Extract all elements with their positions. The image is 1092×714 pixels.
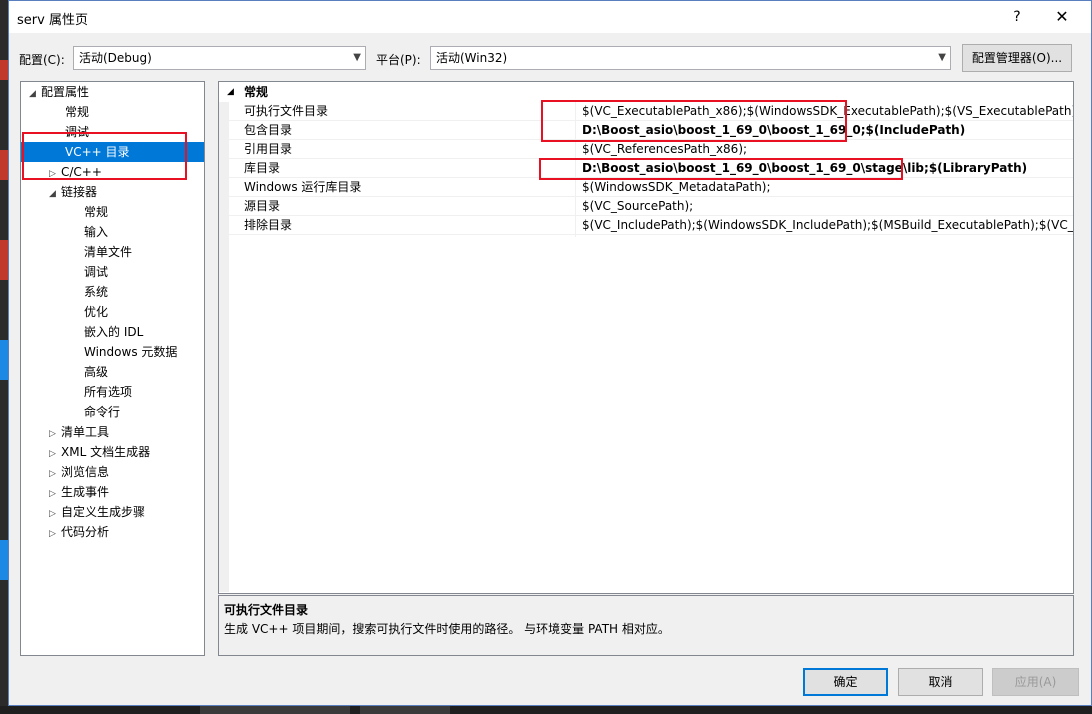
tree-item-label: 生成事件 [61, 485, 110, 499]
tree-item-config-properties[interactable]: ◢ 配置属性 [29, 82, 89, 102]
property-name: 可执行文件目录 [244, 104, 329, 118]
tree-item-label: 代码分析 [61, 525, 110, 539]
expand-icon[interactable]: ▷ [49, 524, 61, 544]
chevron-down-icon: ▼ [353, 52, 361, 63]
property-name: 源目录 [244, 199, 281, 213]
config-label: 配置(C): [19, 53, 65, 67]
tree-item-label: 常规 [65, 105, 90, 119]
tree-item-general[interactable]: 常规 [65, 102, 89, 122]
tree-item-linker-system[interactable]: 系统 [84, 282, 108, 302]
tree-item-code-analysis[interactable]: ▷ 代码分析 [49, 522, 109, 542]
description-text: 生成 VC++ 项目期间，搜索可执行文件时使用的路径。 与环境变量 PATH 相… [224, 622, 670, 636]
grid-category-label: 常规 [244, 85, 269, 99]
tree-item-label: 系统 [84, 285, 109, 299]
expand-icon[interactable]: ▷ [49, 504, 61, 524]
chevron-down-icon: ▼ [938, 52, 946, 63]
property-row-winrt-lib-dirs[interactable]: Windows 运行库目录 $(WindowsSDK_MetadataPath)… [229, 178, 1073, 197]
tree-item-linker-general[interactable]: 常规 [84, 202, 108, 222]
tree-item-label: 自定义生成步骤 [61, 505, 146, 519]
tree-item-linker-windows-metadata[interactable]: Windows 元数据 [84, 342, 177, 362]
apply-button[interactable]: 应用(A) [992, 668, 1079, 696]
platform-label: 平台(P): [376, 53, 421, 67]
window-title: serv 属性页 [17, 13, 88, 28]
property-name: 库目录 [244, 161, 281, 175]
tree-item-label: 嵌入的 IDL [84, 325, 144, 339]
tree-item-linker-all-options[interactable]: 所有选项 [84, 382, 132, 402]
property-name: 包含目录 [244, 123, 293, 137]
property-value[interactable]: $(VC_IncludePath);$(WindowsSDK_IncludePa… [582, 216, 1073, 235]
close-button[interactable]: ✕ [1047, 5, 1077, 29]
tree-item-manifest-tool[interactable]: ▷ 清单工具 [49, 422, 109, 442]
description-title: 可执行文件目录 [224, 603, 309, 617]
property-name: 引用目录 [244, 142, 293, 156]
expand-icon[interactable]: ◢ [29, 84, 41, 104]
tree-item-xml-doc-generator[interactable]: ▷ XML 文档生成器 [49, 442, 150, 462]
title-bar: serv 属性页 ? ✕ [9, 1, 1091, 33]
tree-item-linker-optimization[interactable]: 优化 [84, 302, 108, 322]
property-value[interactable]: $(WindowsSDK_MetadataPath); [582, 178, 771, 197]
tree-item-label: 浏览信息 [61, 465, 110, 479]
cancel-button[interactable]: 取消 [898, 668, 983, 696]
tree-item-label: 命令行 [84, 405, 121, 419]
tree-item-linker[interactable]: ◢ 链接器 [49, 182, 97, 202]
tree-item-linker-embedded-idl[interactable]: 嵌入的 IDL [84, 322, 143, 342]
tree-item-label: 链接器 [61, 185, 98, 199]
config-value: 活动(Debug) [79, 51, 152, 65]
config-select[interactable]: 活动(Debug) ▼ [73, 46, 366, 70]
tree-item-label: Windows 元数据 [84, 345, 178, 359]
tree-item-label: 调试 [84, 265, 109, 279]
highlight-box-vc-directories [22, 132, 187, 180]
highlight-box-library-path [539, 158, 903, 180]
help-button[interactable]: ? [1002, 5, 1032, 29]
tree-item-label: 优化 [84, 305, 109, 319]
platform-select[interactable]: 活动(Win32) ▼ [430, 46, 951, 70]
property-pages-dialog: serv 属性页 ? ✕ 配置(C): 活动(Debug) ▼ 平台(P): 活… [8, 0, 1092, 706]
highlight-box-include-path [541, 100, 847, 142]
platform-value: 活动(Win32) [436, 51, 508, 65]
tree-item-label: 输入 [84, 225, 109, 239]
property-row-source-dirs[interactable]: 源目录 $(VC_SourcePath); [229, 197, 1073, 216]
tree-item-browse-info[interactable]: ▷ 浏览信息 [49, 462, 109, 482]
property-name: Windows 运行库目录 [244, 180, 362, 194]
property-row-reference-dirs[interactable]: 引用目录 $(VC_ReferencesPath_x86); [229, 140, 1073, 159]
tree-item-linker-debugging[interactable]: 调试 [84, 262, 108, 282]
expand-icon[interactable]: ▷ [49, 484, 61, 504]
tree-item-label: 清单文件 [84, 245, 133, 259]
ok-button[interactable]: 确定 [803, 668, 888, 696]
tree-item-linker-command-line[interactable]: 命令行 [84, 402, 120, 422]
property-row-exclude-dirs[interactable]: 排除目录 $(VC_IncludePath);$(WindowsSDK_Incl… [229, 216, 1073, 235]
grid-gutter [219, 102, 229, 592]
config-manager-button[interactable]: 配置管理器(O)... [962, 44, 1072, 72]
grid-category-general[interactable]: ◢ 常规 [219, 82, 1073, 102]
expand-icon[interactable]: ▷ [49, 424, 61, 444]
tree-item-linker-input[interactable]: 输入 [84, 222, 108, 242]
description-panel: 可执行文件目录 生成 VC++ 项目期间，搜索可执行文件时使用的路径。 与环境变… [218, 595, 1074, 656]
tree-item-label: 所有选项 [84, 385, 133, 399]
property-value[interactable]: $(VC_ReferencesPath_x86); [582, 140, 747, 159]
desktop-strip [0, 0, 8, 714]
tree-item-label: XML 文档生成器 [61, 445, 151, 459]
tree-item-label: 高级 [84, 365, 109, 379]
tree-item-linker-manifest[interactable]: 清单文件 [84, 242, 132, 262]
collapse-icon[interactable]: ◢ [227, 82, 234, 102]
tree-item-label: 常规 [84, 205, 109, 219]
property-name: 排除目录 [244, 218, 293, 232]
property-value[interactable]: $(VC_SourcePath); [582, 197, 693, 216]
expand-icon[interactable]: ▷ [49, 464, 61, 484]
expand-icon[interactable]: ▷ [49, 444, 61, 464]
tree-item-build-events[interactable]: ▷ 生成事件 [49, 482, 109, 502]
tree-item-label: 清单工具 [61, 425, 110, 439]
collapse-icon[interactable]: ◢ [49, 184, 61, 204]
tree-item-linker-advanced[interactable]: 高级 [84, 362, 108, 382]
tree-item-label: 配置属性 [41, 85, 90, 99]
taskbar-strip [0, 706, 1092, 714]
tree-item-custom-build-step[interactable]: ▷ 自定义生成步骤 [49, 502, 145, 522]
